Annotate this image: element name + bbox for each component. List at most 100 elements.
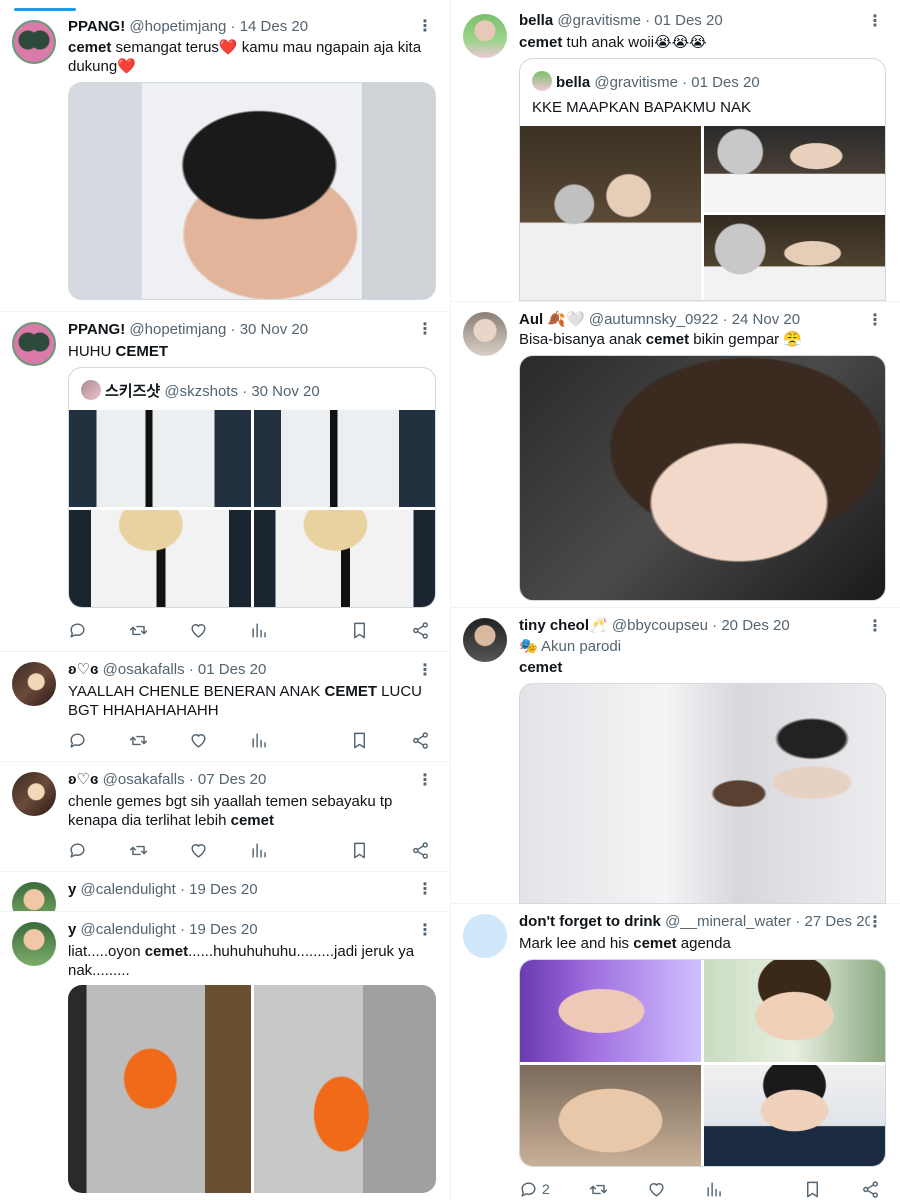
tweet[interactable]: don't forget to drink @__mineral_water ·… (451, 904, 900, 1200)
tweet[interactable]: ʚ♡ɞ @osakafalls · 01 Des 20 ⋮ YAALLAH CH… (0, 652, 450, 762)
tweet-date[interactable]: 14 Des 20 (240, 18, 308, 35)
user-handle[interactable]: @__mineral_water (665, 913, 791, 930)
tweet-date[interactable]: 19 Des 20 (189, 881, 257, 898)
more-options-icon[interactable]: ⋮ (416, 772, 434, 790)
tweet[interactable]: bella @gravitisme · 01 Des 20 ⋮ cemet tu… (451, 0, 900, 302)
more-options-icon[interactable]: ⋮ (866, 914, 884, 932)
tweet-image[interactable] (69, 410, 251, 507)
tweet-image[interactable] (704, 214, 885, 300)
bookmark-button[interactable] (803, 1180, 822, 1199)
quoted-tweet[interactable]: 스키즈샷 @skzshots · 30 Nov 20 (68, 367, 436, 608)
avatar[interactable] (463, 914, 507, 958)
like-button[interactable] (189, 841, 208, 860)
user-handle[interactable]: @gravitisme (557, 12, 641, 29)
display-name[interactable]: Aul 🍂🤍 (519, 311, 585, 328)
display-name[interactable]: PPANG! (68, 18, 125, 35)
display-name[interactable]: bella (519, 12, 553, 29)
tweet-image[interactable] (519, 355, 886, 601)
display-name[interactable]: PPANG! (68, 321, 125, 338)
tweet[interactable]: PPANG! @hopetimjang · 14 Des 20 ⋮ cemet … (0, 12, 450, 312)
tweet[interactable]: tiny cheol🥂 @bbycoupseu · 20 Des 20 ⋮ 🎭 … (451, 608, 900, 904)
avatar[interactable] (463, 14, 507, 58)
share-button[interactable] (411, 731, 430, 750)
avatar[interactable] (463, 618, 507, 662)
tweet-image[interactable] (704, 126, 885, 212)
like-button[interactable] (189, 621, 208, 640)
tweet-image[interactable] (520, 126, 701, 300)
tweet-date[interactable]: 01 Des 20 (654, 12, 722, 29)
tweet-image[interactable] (253, 510, 435, 607)
display-name[interactable]: ʚ♡ɞ (68, 661, 98, 678)
retweet-button[interactable] (589, 1180, 608, 1199)
more-options-icon[interactable]: ⋮ (416, 881, 434, 899)
like-button[interactable] (189, 731, 208, 750)
more-options-icon[interactable]: ⋮ (416, 922, 434, 940)
views-button[interactable] (705, 1180, 724, 1199)
tweet-image[interactable] (68, 82, 436, 300)
tweet-image[interactable] (520, 1064, 701, 1166)
retweet-button[interactable] (129, 621, 148, 640)
tweet-image[interactable] (253, 985, 436, 1193)
user-handle[interactable]: @autumnsky_0922 (589, 311, 718, 328)
display-name[interactable]: don't forget to drink (519, 913, 661, 930)
reply-button[interactable]: 2 (519, 1180, 550, 1199)
bookmark-button[interactable] (350, 621, 369, 640)
tweet-date[interactable]: 20 Des 20 (721, 617, 789, 634)
display-name[interactable]: y (68, 921, 76, 938)
user-handle[interactable]: @hopetimjang (129, 321, 226, 338)
more-options-icon[interactable]: ⋮ (416, 662, 434, 680)
tweet[interactable]: Aul 🍂🤍 @autumnsky_0922 · 24 Nov 20 ⋮ Bis… (451, 302, 900, 608)
tweet-date[interactable]: 30 Nov 20 (240, 321, 308, 338)
avatar[interactable] (463, 312, 507, 356)
tweet-date[interactable]: 07 Des 20 (198, 771, 266, 788)
quoted-tweet[interactable]: bella @gravitisme · 01 Des 20 KKE MAAPKA… (519, 58, 886, 301)
tweet-image[interactable] (704, 1064, 885, 1166)
reply-button[interactable] (68, 621, 87, 640)
avatar[interactable] (12, 922, 56, 966)
share-button[interactable] (411, 841, 430, 860)
display-name[interactable]: ʚ♡ɞ (68, 771, 98, 788)
more-options-icon[interactable]: ⋮ (866, 13, 884, 31)
tweet-image[interactable] (519, 683, 886, 904)
more-options-icon[interactable]: ⋮ (866, 312, 884, 330)
user-handle[interactable]: @calendulight (81, 881, 176, 898)
bookmark-button[interactable] (350, 841, 369, 860)
tweet-image[interactable] (704, 960, 885, 1062)
views-button[interactable] (250, 621, 269, 640)
views-button[interactable] (250, 841, 269, 860)
user-handle[interactable]: @osakafalls (103, 661, 185, 678)
tweet-image[interactable] (520, 960, 701, 1062)
avatar[interactable] (12, 772, 56, 816)
display-name[interactable]: y (68, 881, 76, 898)
more-options-icon[interactable]: ⋮ (866, 618, 884, 636)
tweet[interactable]: y @calendulight · 19 Des 20 ⋮ liat.....o… (0, 912, 450, 1200)
tweet-image[interactable] (253, 410, 435, 507)
views-button[interactable] (250, 731, 269, 750)
more-options-icon[interactable]: ⋮ (416, 321, 434, 339)
share-button[interactable] (411, 621, 430, 640)
tweet-date[interactable]: 01 Des 20 (198, 661, 266, 678)
tweet[interactable]: ʚ♡ɞ @osakafalls · 07 Des 20 ⋮ chenle gem… (0, 762, 450, 872)
reply-button[interactable] (68, 731, 87, 750)
user-handle[interactable]: @calendulight (81, 921, 176, 938)
tweet[interactable]: PPANG! @hopetimjang · 30 Nov 20 ⋮ HUHU C… (0, 312, 450, 652)
retweet-button[interactable] (129, 731, 148, 750)
like-button[interactable] (647, 1180, 666, 1199)
tweet-date[interactable]: 24 Nov 20 (732, 311, 800, 328)
share-button[interactable] (861, 1180, 880, 1199)
avatar[interactable] (12, 322, 56, 366)
tweet-image[interactable] (68, 985, 251, 1193)
tweet[interactable]: y @calendulight · 19 Des 20 ⋮ (0, 872, 450, 912)
retweet-button[interactable] (129, 841, 148, 860)
user-handle[interactable]: @bbycoupseu (612, 617, 708, 634)
user-handle[interactable]: @osakafalls (103, 771, 185, 788)
avatar[interactable] (12, 882, 56, 911)
reply-button[interactable] (68, 841, 87, 860)
display-name[interactable]: tiny cheol🥂 (519, 617, 608, 634)
tweet-date[interactable]: 19 Des 20 (189, 921, 257, 938)
tweet-date[interactable]: 27 Des 20 (805, 913, 870, 930)
avatar[interactable] (12, 662, 56, 706)
user-handle[interactable]: @hopetimjang (129, 18, 226, 35)
more-options-icon[interactable]: ⋮ (416, 18, 434, 36)
tweet-image[interactable] (69, 510, 251, 607)
